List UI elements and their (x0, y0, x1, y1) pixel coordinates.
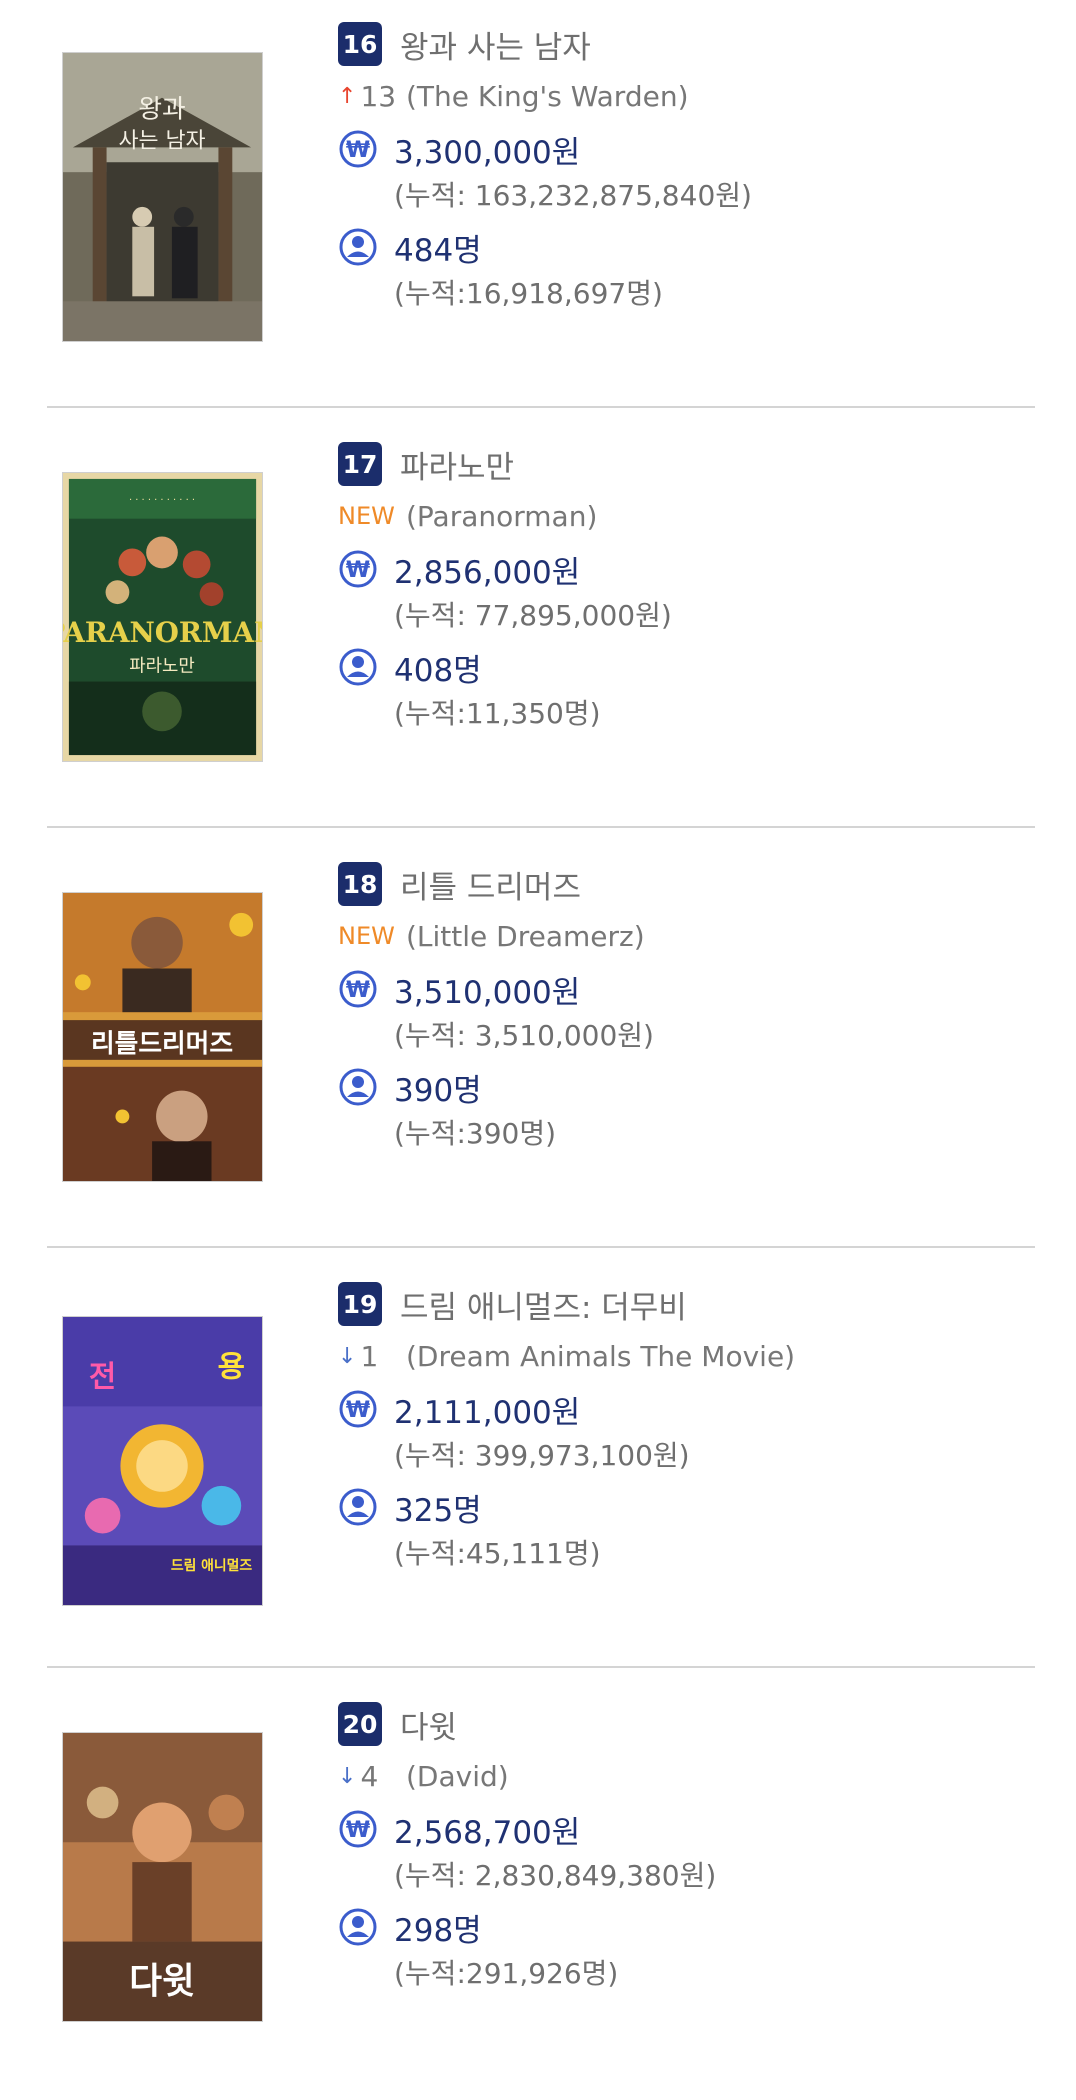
person-icon (338, 1907, 378, 1947)
won-icon: ₩ (338, 1809, 378, 1849)
daily-revenue: 2,111,000원 (394, 1394, 581, 1431)
svg-text:PARANORMAN: PARANORMAN (63, 616, 262, 649)
divider (47, 826, 1035, 828)
cumulative-audience: (누적:11,350명) (394, 697, 601, 730)
daily-audience: 408명 (394, 652, 482, 689)
cumulative-revenue: (누적: 2,830,849,380원) (394, 1859, 717, 1892)
movie-title-en: (Little Dreamerz) (406, 919, 645, 953)
svg-text:₩: ₩ (346, 1818, 370, 1843)
svg-text:왕과: 왕과 (138, 95, 185, 125)
cumulative-audience: (누적:16,918,697명) (394, 277, 663, 310)
svg-text:드림 애니멀즈: 드림 애니멀즈 (171, 1558, 253, 1574)
movie-title[interactable]: 왕과 사는 남자 (400, 22, 591, 67)
movie-info: 17 파라노만 NEW (Paranorman) ₩ 2,856,000원 (누… (338, 440, 1038, 736)
divider (47, 406, 1035, 408)
rank-change-value: 1 (360, 1339, 379, 1373)
rank-badge: 17 (338, 442, 382, 486)
svg-text:₩: ₩ (346, 138, 370, 163)
won-icon: ₩ (338, 1389, 378, 1429)
rank-change-value: 13 (360, 79, 397, 113)
rank-change: ↓ 1 (338, 1340, 402, 1373)
list-item[interactable]: 리틀드리머즈 18 리틀 드리머즈 NEW (Little Dreamerz) … (0, 840, 1076, 1260)
movie-poster[interactable]: 다윗 (62, 1732, 263, 2022)
movie-title[interactable]: 파라노만 (400, 442, 514, 487)
svg-text:₩: ₩ (346, 558, 370, 583)
movie-title-en: (Paranorman) (406, 499, 598, 533)
daily-revenue: 2,568,700원 (394, 1814, 581, 1851)
svg-text:₩: ₩ (346, 1398, 370, 1423)
rank-change: NEW (338, 502, 402, 530)
cumulative-revenue: (누적: 399,973,100원) (394, 1439, 690, 1472)
rank-change: NEW (338, 922, 402, 950)
list-item[interactable]: · · · · · · · · · · · PARANORMAN 파라노만 17… (0, 420, 1076, 840)
rank-badge: 18 (338, 862, 382, 906)
person-icon (338, 227, 378, 267)
person-icon (338, 647, 378, 687)
new-badge: NEW (338, 922, 395, 950)
movie-title-en: (David) (406, 1759, 509, 1793)
won-icon: ₩ (338, 969, 378, 1009)
movie-poster[interactable]: 왕과 사는 남자 (62, 52, 263, 342)
list-item[interactable]: 왕과 사는 남자 16 왕과 사는 남자 ↑ 13 (The King's War… (0, 0, 1076, 420)
won-icon: ₩ (338, 549, 378, 589)
rank-badge: 19 (338, 1282, 382, 1326)
rank-change: ↓ 4 (338, 1760, 402, 1793)
new-badge: NEW (338, 502, 395, 530)
rank-change: ↑ 13 (338, 80, 402, 113)
movie-title[interactable]: 리틀 드리머즈 (400, 862, 581, 907)
rank-badge: 20 (338, 1702, 382, 1746)
list-item[interactable]: 전 용 드림 애니멀즈 19 드림 애니멀즈: 더무비 ↓ 1 (Dream An… (0, 1260, 1076, 1680)
divider (47, 1666, 1035, 1668)
svg-text:전: 전 (89, 1359, 116, 1394)
svg-text:₩: ₩ (346, 978, 370, 1003)
svg-text:파라노만: 파라노만 (129, 656, 195, 677)
person-icon (338, 1067, 378, 1107)
svg-text:· · · · · · · · · · ·: · · · · · · · · · · · (129, 495, 195, 506)
movie-poster[interactable]: 전 용 드림 애니멀즈 (62, 1316, 263, 1606)
svg-text:사는 남자: 사는 남자 (118, 128, 205, 153)
person-icon (338, 1487, 378, 1527)
movie-title[interactable]: 드림 애니멀즈: 더무비 (400, 1282, 687, 1327)
movie-title-en: (Dream Animals The Movie) (406, 1339, 796, 1373)
svg-text:리틀드리머즈: 리틀드리머즈 (91, 1029, 233, 1059)
box-office-list: 왕과 사는 남자 16 왕과 사는 남자 ↑ 13 (The King's War… (0, 0, 1076, 2059)
daily-audience: 390명 (394, 1072, 482, 1109)
movie-title-en: (The King's Warden) (406, 79, 689, 113)
svg-text:용: 용 (218, 1350, 245, 1385)
movie-title[interactable]: 다윗 (400, 1702, 457, 1747)
daily-revenue: 3,510,000원 (394, 974, 581, 1011)
cumulative-audience: (누적:390명) (394, 1117, 557, 1150)
movie-poster[interactable]: · · · · · · · · · · · PARANORMAN 파라노만 (62, 472, 263, 762)
list-item[interactable]: 다윗 20 다윗 ↓ 4 (David) ₩ 2,568,700원 (누적: 2,… (0, 1680, 1076, 2100)
arrow-down-icon: ↓ (338, 1343, 357, 1369)
movie-info: 16 왕과 사는 남자 ↑ 13 (The King's Warden) ₩ 3,… (338, 20, 1038, 316)
daily-audience: 484명 (394, 232, 482, 269)
arrow-up-icon: ↑ (338, 83, 357, 109)
svg-text:다윗: 다윗 (129, 1961, 195, 2002)
daily-audience: 325명 (394, 1492, 482, 1529)
cumulative-revenue: (누적: 163,232,875,840원) (394, 179, 752, 212)
movie-info: 19 드림 애니멀즈: 더무비 ↓ 1 (Dream Animals The Mo… (338, 1280, 1038, 1576)
movie-poster[interactable]: 리틀드리머즈 (62, 892, 263, 1182)
movie-info: 18 리틀 드리머즈 NEW (Little Dreamerz) ₩ 3,510… (338, 860, 1038, 1156)
cumulative-revenue: (누적: 77,895,000원) (394, 599, 672, 632)
cumulative-audience: (누적:291,926명) (394, 1957, 619, 1990)
won-icon: ₩ (338, 129, 378, 169)
cumulative-audience: (누적:45,111명) (394, 1537, 601, 1570)
daily-audience: 298명 (394, 1912, 482, 1949)
divider (47, 1246, 1035, 1248)
movie-info: 20 다윗 ↓ 4 (David) ₩ 2,568,700원 (누적: 2,830… (338, 1700, 1038, 1996)
daily-revenue: 2,856,000원 (394, 554, 581, 591)
rank-change-value: 4 (360, 1759, 379, 1793)
arrow-down-icon: ↓ (338, 1763, 357, 1789)
cumulative-revenue: (누적: 3,510,000원) (394, 1019, 654, 1052)
rank-badge: 16 (338, 22, 382, 66)
daily-revenue: 3,300,000원 (394, 134, 581, 171)
